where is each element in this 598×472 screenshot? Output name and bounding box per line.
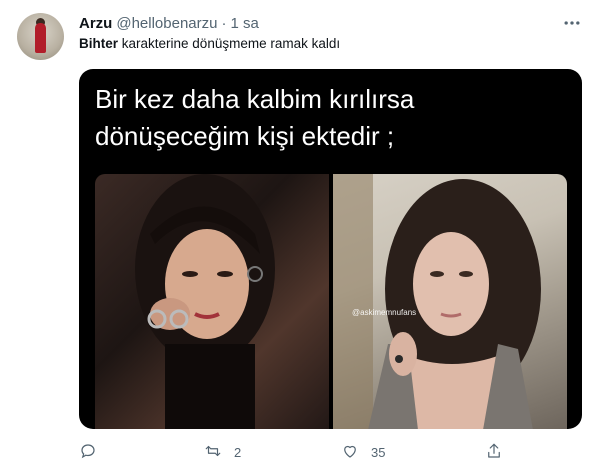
- tweet-timestamp[interactable]: 1 sa: [230, 15, 258, 32]
- tweet-text-rest: karakterine dönüşmeme ramak kaldı: [118, 36, 341, 51]
- like-button[interactable]: 35: [341, 440, 385, 464]
- reply-button[interactable]: [79, 440, 109, 464]
- like-count: 35: [371, 444, 386, 460]
- heart-icon: [341, 442, 359, 463]
- more-icon[interactable]: [562, 13, 582, 33]
- author-name[interactable]: Arzu: [79, 15, 112, 32]
- tweet-text: Bihter karakterine dönüşmeme ramak kaldı: [79, 36, 340, 51]
- author-handle[interactable]: @hellobenarzu: [116, 15, 217, 32]
- image-watermark: @askimemnufans: [352, 308, 417, 317]
- retweet-button[interactable]: 2: [204, 440, 241, 464]
- avatar[interactable]: [17, 13, 64, 60]
- photo-left: [95, 174, 329, 429]
- tweet-text-bold: Bihter: [79, 36, 119, 51]
- share-button[interactable]: [485, 440, 503, 464]
- tweet[interactable]: Arzu @hellobenarzu · 1 sa Bihter karakte…: [0, 0, 598, 472]
- meme-caption: Bir kez daha kalbim kırılırsa dönüşeceği…: [95, 84, 415, 151]
- header-separator: ·: [221, 14, 227, 32]
- retweet-icon: [204, 442, 222, 463]
- avatar-figure-dress: [35, 23, 46, 53]
- reply-icon: [79, 442, 97, 463]
- tweet-header: Arzu @hellobenarzu · 1 sa: [79, 13, 259, 33]
- tweet-actions: 2 35: [0, 440, 598, 464]
- share-icon: [485, 442, 503, 463]
- retweet-count: 2: [234, 444, 242, 460]
- tweet-media[interactable]: Bir kez daha kalbim kırılırsa dönüşeceği…: [79, 69, 582, 429]
- photo-right: [333, 174, 567, 429]
